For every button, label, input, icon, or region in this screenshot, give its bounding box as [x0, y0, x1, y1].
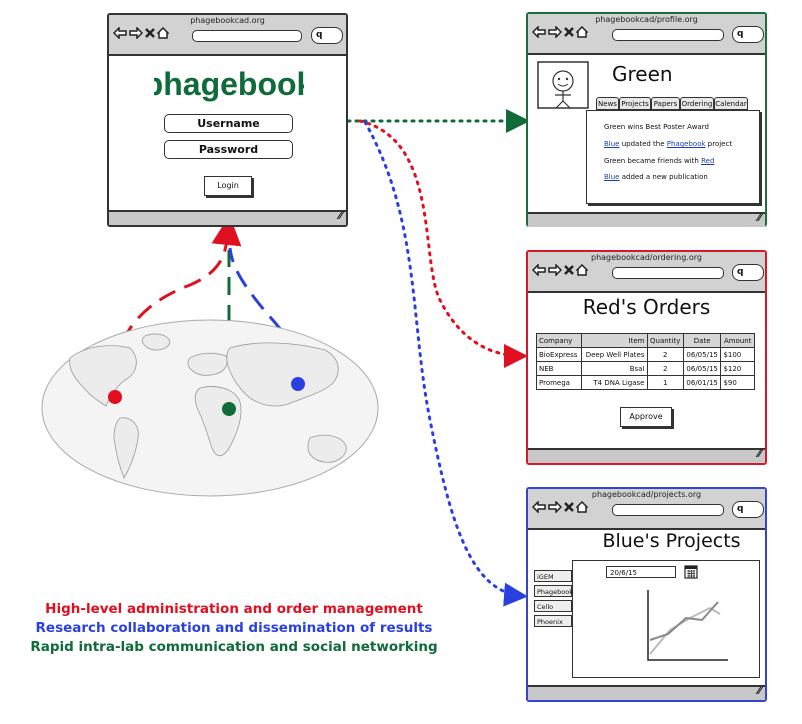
- blue-pin: [291, 377, 305, 391]
- url-label: phagebookcad/profile.org: [595, 15, 698, 24]
- login-window: phagebookcad.org q phagebook Username Pa…: [107, 13, 348, 227]
- red-pin: [108, 390, 122, 404]
- back-arrow-icon[interactable]: [532, 501, 546, 513]
- login-button-label: Login: [217, 181, 239, 190]
- home-icon[interactable]: [157, 27, 169, 39]
- chart-line-gray: [649, 606, 721, 655]
- date-field[interactable]: 20/6/15: [606, 566, 676, 578]
- search-box[interactable]: q: [732, 501, 764, 518]
- feed-item: Blue added a new publication: [604, 173, 708, 181]
- phagebook-logo: phagebook: [154, 67, 304, 102]
- table-header-row: Company Item Quantity Date Amount: [536, 333, 755, 348]
- back-arrow-icon[interactable]: [532, 26, 546, 38]
- tab-news[interactable]: News: [596, 97, 619, 110]
- user-link-blue[interactable]: Blue: [604, 173, 620, 181]
- tab-calendar[interactable]: Calendar: [714, 97, 748, 110]
- back-arrow-icon[interactable]: [532, 264, 546, 276]
- close-icon[interactable]: [564, 265, 574, 275]
- resize-grip-icon[interactable]: ⁄⁄: [758, 449, 761, 460]
- forward-arrow-icon[interactable]: [548, 26, 562, 38]
- forward-arrow-icon[interactable]: [548, 501, 562, 513]
- tab-projects[interactable]: Projects: [619, 97, 651, 110]
- chart-line-dark: [649, 601, 719, 641]
- close-icon[interactable]: [145, 28, 155, 38]
- browser-chrome: phagebookcad.org q: [109, 15, 346, 56]
- feed-item: Blue updated the Phagebook project: [604, 140, 733, 148]
- table-row[interactable]: Promega T4 DNA Ligase 1 06/01/15 $90: [536, 375, 755, 390]
- search-icon: q: [737, 504, 744, 514]
- profile-name: Green: [612, 62, 673, 86]
- table-row[interactable]: BioExpress Deep Well Plates 2 06/05/15 $…: [536, 347, 755, 362]
- status-bar: ⁄⁄: [528, 448, 765, 463]
- column-header: Quantity: [646, 333, 684, 348]
- green-pin: [222, 402, 236, 416]
- resize-grip-icon[interactable]: ⁄⁄: [758, 686, 761, 697]
- url-label: phagebookcad.org: [190, 16, 265, 25]
- column-header: Company: [536, 333, 582, 348]
- status-bar: ⁄⁄: [528, 212, 765, 227]
- project-progress-chart: [647, 590, 728, 661]
- project-tab-igem[interactable]: iGEM: [534, 570, 572, 582]
- project-link-phagebook[interactable]: Phagebook: [667, 140, 706, 148]
- feed-item: Green wins Best Poster Award: [604, 123, 709, 131]
- avatar: [537, 61, 589, 109]
- status-bar: ⁄⁄: [528, 685, 765, 700]
- legend-red: High-level administration and order mana…: [45, 601, 423, 617]
- page-title: Red's Orders: [582, 295, 711, 319]
- tab-papers[interactable]: Papers: [651, 97, 680, 110]
- home-icon[interactable]: [576, 264, 588, 276]
- project-tab-cello[interactable]: Cello: [534, 600, 572, 612]
- password-label: Password: [198, 143, 259, 156]
- password-field[interactable]: Password: [164, 140, 293, 159]
- forward-arrow-icon[interactable]: [548, 264, 562, 276]
- back-arrow-icon[interactable]: [113, 27, 127, 39]
- search-icon: q: [316, 30, 323, 40]
- forward-arrow-icon[interactable]: [129, 27, 143, 39]
- username-field[interactable]: Username: [164, 114, 293, 133]
- project-tab-phoenix[interactable]: Phoenix: [534, 615, 572, 627]
- approve-button-label: Approve: [629, 412, 663, 421]
- close-icon[interactable]: [564, 502, 574, 512]
- resize-grip-icon[interactable]: ⁄⁄: [339, 211, 342, 222]
- search-icon: q: [737, 267, 744, 277]
- url-label: phagebookcad/projects.org: [591, 490, 702, 499]
- search-box[interactable]: q: [732, 26, 764, 43]
- browser-chrome: phagebookcad/profile.org q: [528, 14, 765, 55]
- close-icon[interactable]: [564, 27, 574, 37]
- project-tab-phagebook[interactable]: Phagebook: [534, 585, 573, 597]
- address-bar[interactable]: [612, 29, 724, 41]
- table-row[interactable]: NEB BsaI 2 06/05/15 $120: [536, 361, 755, 376]
- status-bar: ⁄⁄: [109, 210, 346, 225]
- column-header: Date: [682, 333, 722, 348]
- url-label: phagebookcad/ordering.org: [591, 253, 702, 262]
- user-link-blue[interactable]: Blue: [604, 140, 620, 148]
- logo-text: phagebook: [154, 67, 304, 102]
- calendar-icon[interactable]: [684, 565, 698, 579]
- search-box[interactable]: q: [732, 264, 764, 281]
- login-button[interactable]: Login: [204, 176, 252, 196]
- home-icon[interactable]: [576, 26, 588, 38]
- page-title: Blue's Projects: [602, 530, 741, 552]
- tab-ordering[interactable]: Ordering: [680, 97, 714, 110]
- address-bar[interactable]: [612, 504, 724, 516]
- chart-axes: [647, 590, 728, 661]
- address-bar[interactable]: [612, 267, 724, 279]
- username-label: Username: [197, 117, 260, 130]
- orders-table: Company Item Quantity Date Amount BioExp…: [536, 333, 755, 390]
- search-box[interactable]: q: [311, 27, 343, 44]
- legend-green: Rapid intra-lab communication and social…: [30, 639, 438, 655]
- user-link-red[interactable]: Red: [701, 157, 714, 165]
- address-bar[interactable]: [192, 30, 302, 42]
- browser-chrome: phagebookcad/ordering.org q: [528, 252, 765, 293]
- resize-grip-icon[interactable]: ⁄⁄: [758, 213, 761, 224]
- feed-item: Green became friends with Red: [604, 157, 715, 165]
- approve-button[interactable]: Approve: [620, 407, 672, 427]
- column-header: Item: [580, 333, 648, 348]
- home-icon[interactable]: [576, 501, 588, 513]
- column-header: Amount: [720, 333, 755, 348]
- browser-chrome: phagebookcad/projects.org q: [528, 489, 765, 530]
- search-icon: q: [737, 29, 744, 39]
- legend-blue: Research collaboration and dissemination…: [35, 620, 433, 636]
